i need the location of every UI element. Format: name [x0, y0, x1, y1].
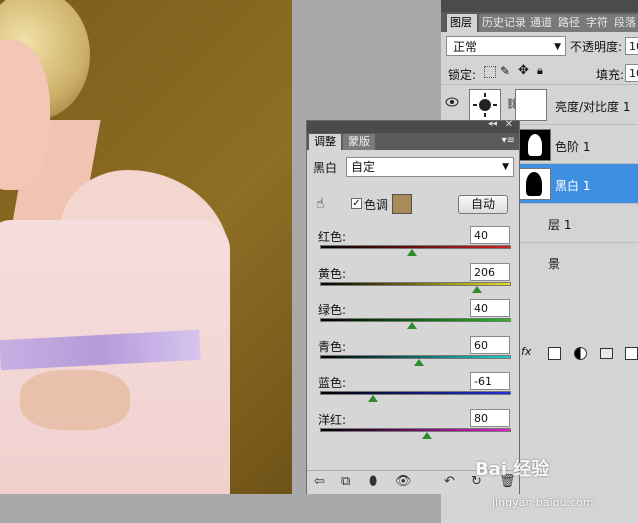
layer-mask-thumbnail[interactable]	[519, 168, 551, 200]
layer-name: 亮度/对比度 1	[555, 100, 631, 114]
slider-handle[interactable]	[407, 322, 417, 329]
layer-name: 层 1	[548, 218, 572, 232]
adjustments-titlebar[interactable]: ◂◂ ✕	[307, 119, 519, 133]
tab-paragraph[interactable]: 段落	[611, 14, 638, 32]
preset-value: 自定	[351, 160, 376, 174]
blend-mode-select[interactable]: 正常 ▼	[446, 36, 566, 56]
folder-icon[interactable]	[600, 348, 613, 359]
opacity-input[interactable]: 10	[625, 37, 638, 55]
layers-panel-titlebar[interactable]	[441, 0, 638, 12]
slider-handle[interactable]	[414, 359, 424, 366]
slider-label: 绿色:	[318, 303, 347, 317]
slider-value-input[interactable]: 80	[470, 409, 510, 427]
layer-mask-thumbnail[interactable]	[515, 89, 547, 121]
hand-target-icon[interactable]: ☝	[316, 196, 325, 212]
tab-history[interactable]: 历史记录	[479, 14, 529, 32]
tab-layers[interactable]: 图层	[447, 14, 477, 32]
slider-label: 洋红:	[318, 413, 347, 427]
layer-name: 色阶 1	[555, 140, 591, 154]
lock-label: 锁定:	[448, 68, 477, 82]
preset-select[interactable]: 自定 ▼	[346, 157, 514, 177]
previous-state-icon[interactable]: ↶	[444, 474, 455, 489]
clip-layer-icon[interactable]: ⬮	[369, 474, 377, 489]
tab-masks[interactable]: 蒙版	[343, 134, 375, 150]
slider-handle[interactable]	[407, 249, 417, 256]
slider-value-input[interactable]: 60	[470, 336, 510, 354]
blend-mode-value: 正常	[453, 40, 478, 54]
tint-label: 色调	[364, 198, 389, 212]
mask-icon[interactable]	[548, 347, 561, 360]
layer-row-brightness[interactable]: ⛓ 亮度/对比度 1	[441, 84, 638, 124]
tab-adjustments[interactable]: 调整	[309, 134, 341, 150]
layer-mask-thumbnail[interactable]	[519, 129, 551, 161]
fill-label: 填充:	[596, 68, 625, 82]
slider-value-input[interactable]: 206	[470, 263, 510, 281]
chevron-down-icon: ▼	[554, 42, 561, 52]
adjustment-title: 黑白	[313, 161, 338, 175]
slider-value-input[interactable]: 40	[470, 299, 510, 317]
slider-handle[interactable]	[368, 395, 378, 402]
slider-track[interactable]	[320, 428, 511, 432]
visibility-eye-icon[interactable]: 👁︎	[395, 474, 412, 489]
tint-checkbox[interactable]: ✓	[351, 198, 362, 209]
slider-handle[interactable]	[422, 432, 432, 439]
slider-label: 红色:	[318, 230, 347, 244]
panel-menu-icon[interactable]: ▾≡	[502, 135, 515, 146]
adjustments-tabs: 调整 蒙版 ▾≡	[307, 133, 519, 150]
slider-track[interactable]	[320, 391, 511, 395]
lock-all-icon[interactable]: 🔒︎	[537, 64, 543, 78]
tint-color-swatch[interactable]	[392, 194, 412, 214]
adjustment-icon[interactable]	[574, 347, 587, 360]
fill-input[interactable]: 10	[625, 64, 638, 82]
back-icon[interactable]: ⇦	[314, 474, 325, 489]
auto-button[interactable]: 自动	[458, 195, 508, 214]
chevron-down-icon: ▼	[502, 162, 509, 172]
fx-icon[interactable]: fx	[521, 345, 531, 358]
layer-name: 黑白 1	[555, 179, 591, 193]
slider-label: 黄色:	[318, 267, 347, 281]
slider-label: 青色:	[318, 340, 347, 354]
layers-tabs: 图层 历史记录 通道 路径 字符 段落	[441, 12, 638, 32]
opacity-label: 不透明度:	[570, 40, 623, 54]
lock-transparent-icon[interactable]	[484, 66, 496, 78]
brightness-adjustment-icon	[469, 89, 501, 121]
slider-label: 蓝色:	[318, 376, 347, 390]
slider-value-input[interactable]: -61	[470, 372, 510, 390]
tab-paths[interactable]: 路径	[555, 14, 585, 32]
slider-handle[interactable]	[472, 286, 482, 293]
expand-view-icon[interactable]: ⧉	[341, 474, 350, 489]
eye-icon[interactable]	[445, 97, 459, 107]
watermark-url: jingyan.baidu.com	[492, 496, 594, 509]
close-icon[interactable]: ✕	[505, 119, 513, 130]
tab-channels[interactable]: 通道	[527, 14, 557, 32]
slider-track[interactable]	[320, 282, 511, 286]
watermark-logo: Bai 经验	[475, 459, 550, 480]
photo-canvas[interactable]	[0, 0, 292, 494]
slider-value-input[interactable]: 40	[470, 226, 510, 244]
tab-character[interactable]: 字符	[583, 14, 613, 32]
lock-position-icon[interactable]: ✥	[518, 63, 529, 78]
photo-dress-lace	[20, 370, 130, 430]
new-layer-icon[interactable]	[625, 347, 638, 360]
lock-pixels-icon[interactable]: ✎	[500, 64, 510, 78]
collapse-icon[interactable]: ◂◂	[488, 119, 497, 129]
layer-name: 景	[548, 257, 561, 271]
